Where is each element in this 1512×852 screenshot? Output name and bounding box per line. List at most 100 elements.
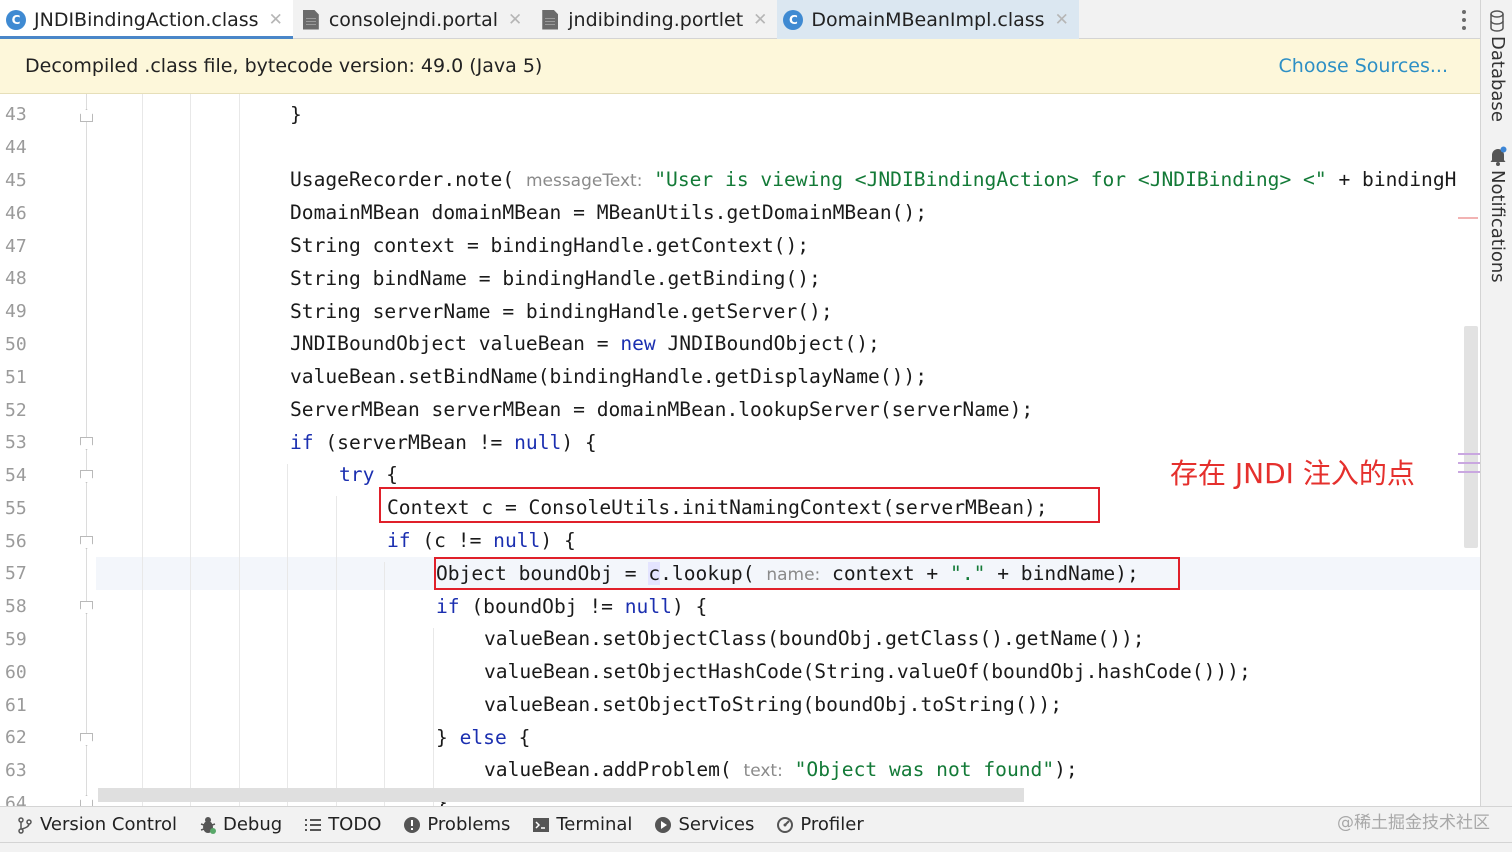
line-number: 49: [5, 301, 27, 322]
tab-domainmbeanimpl-class[interactable]: C DomainMBeanImpl.class ✕: [777, 0, 1079, 39]
notifications-bell-icon: [1490, 146, 1507, 166]
param-hint: text:: [743, 761, 783, 781]
file-icon: [542, 9, 559, 30]
profiler-button[interactable]: Profiler: [776, 814, 864, 835]
database-panel-button[interactable]: Database: [1487, 36, 1508, 122]
line-number: 61: [5, 695, 27, 716]
debug-icon: [200, 816, 216, 834]
version-control-button[interactable]: Version Control: [16, 814, 177, 835]
decompiled-banner: Decompiled .class file, bytecode version…: [0, 39, 1480, 94]
todo-icon: [305, 818, 322, 831]
line-number: 59: [5, 629, 27, 650]
line-number: 62: [5, 727, 27, 748]
line-number: 47: [5, 236, 27, 257]
horizontal-scrollbar[interactable]: [98, 788, 1024, 802]
code-line-58: if (boundObj != null) {: [436, 595, 708, 618]
tool-label: TODO: [328, 814, 382, 835]
indent-guide: [287, 464, 288, 806]
line-number: 58: [5, 596, 27, 617]
tab-jndibindingaction-class[interactable]: C JNDIBindingAction.class ✕: [0, 0, 293, 40]
error-stripe-marker[interactable]: [1458, 217, 1478, 219]
file-icon: [302, 9, 319, 30]
todo-button[interactable]: TODO: [304, 814, 381, 835]
tab-label: consolejndi.portal: [328, 8, 498, 31]
gutter-separator: [86, 94, 87, 806]
line-number: 45: [5, 170, 27, 191]
tool-label: Services: [678, 814, 755, 835]
code-line-46: DomainMBean domainMBean = MBeanUtils.get…: [290, 201, 928, 224]
code-line-49: String serverName = bindingHandle.getSer…: [290, 300, 833, 323]
tool-label: Problems: [427, 814, 511, 835]
close-icon[interactable]: ✕: [269, 10, 283, 30]
tool-label: Profiler: [800, 814, 864, 835]
param-hint: messageText:: [525, 171, 643, 191]
highlight-box-context: [379, 487, 1100, 523]
database-icon: [1490, 10, 1504, 32]
line-number: 55: [5, 498, 27, 519]
line-number: 50: [5, 334, 27, 355]
terminal-button[interactable]: Terminal: [532, 814, 632, 835]
code-line-45: UsageRecorder.note( messageText: "User i…: [290, 168, 1457, 191]
tab-consolejndi-portal[interactable]: consolejndi.portal ✕: [293, 0, 532, 39]
line-number: 64: [5, 793, 27, 806]
tool-label: Terminal: [556, 814, 633, 835]
indent-guide: [336, 496, 337, 806]
line-number: 54: [5, 465, 27, 486]
line-number: 57: [5, 563, 27, 584]
terminal-icon: [533, 817, 550, 832]
editor-tab-bar: C JNDIBindingAction.class ✕ consolejndi.…: [0, 0, 1480, 40]
services-icon: [655, 816, 672, 833]
code-line-43: }: [290, 103, 302, 126]
line-number: 52: [5, 400, 27, 421]
line-number: 48: [5, 268, 27, 289]
choose-sources-link[interactable]: Choose Sources...: [1279, 55, 1448, 77]
problems-icon: [404, 816, 421, 833]
class-icon: C: [783, 9, 804, 30]
code-line-53: if (serverMBean != null) {: [290, 431, 597, 454]
close-icon[interactable]: ✕: [753, 10, 767, 30]
code-editor[interactable]: 43 44 45 46 47 48 49 50 51 52 53 54 55 5…: [0, 94, 1480, 806]
indent-guide: [384, 562, 385, 806]
notifications-panel-button[interactable]: Notifications: [1487, 170, 1508, 283]
code-line-51: valueBean.setBindName(bindingHandle.getD…: [290, 365, 928, 388]
tool-label: Version Control: [40, 814, 177, 835]
right-tool-strip: Database Notifications: [1480, 0, 1512, 806]
stripe-marker[interactable]: [1458, 453, 1480, 455]
close-icon[interactable]: ✕: [1055, 10, 1069, 30]
stripe-marker[interactable]: [1458, 471, 1480, 473]
line-number: 43: [5, 104, 27, 125]
indent-guide: [142, 94, 143, 806]
banner-text: Decompiled .class file, bytecode version…: [25, 55, 543, 77]
line-number: 56: [5, 531, 27, 552]
class-icon: C: [6, 9, 26, 30]
highlight-box-lookup: [434, 557, 1180, 590]
code-line-54: try {: [339, 463, 398, 486]
tab-jndibinding-portlet[interactable]: jndibinding.portlet ✕: [532, 0, 777, 39]
stripe-marker[interactable]: [1458, 462, 1480, 464]
code-line-61: valueBean.setObjectToString(boundObj.toS…: [484, 693, 1063, 716]
debug-button[interactable]: Debug: [199, 814, 282, 835]
bottom-tool-bar: Version Control Debug TODO Problems Term…: [0, 806, 1512, 842]
indent-guide: [190, 94, 191, 806]
tab-label: jndibinding.portlet: [568, 8, 744, 31]
code-line-56: if (c != null) {: [387, 529, 576, 552]
code-line-59: valueBean.setObjectClass(boundObj.getCla…: [484, 627, 1145, 650]
more-options-icon[interactable]: [1462, 8, 1466, 32]
vertical-scrollbar[interactable]: [1464, 326, 1478, 548]
line-number: 44: [5, 137, 27, 158]
version-control-icon: [18, 816, 32, 834]
profiler-icon: [777, 816, 794, 833]
line-number: 53: [5, 432, 27, 453]
line-number: 60: [5, 662, 27, 683]
close-icon[interactable]: ✕: [508, 10, 522, 30]
annotation-label: 存在 JNDI 注入的点: [1170, 457, 1415, 490]
code-line-60: valueBean.setObjectHashCode(String.value…: [484, 660, 1251, 683]
tab-label: DomainMBeanImpl.class: [811, 8, 1045, 31]
watermark: @稀土掘金技术社区: [1337, 813, 1490, 833]
services-button[interactable]: Services: [654, 814, 754, 835]
status-bar: [0, 842, 1512, 852]
code-line-50: JNDIBoundObject valueBean = new JNDIBoun…: [290, 332, 880, 355]
problems-button[interactable]: Problems: [403, 814, 510, 835]
tool-label: Debug: [222, 814, 283, 835]
code-line-47: String context = bindingHandle.getContex…: [290, 234, 810, 257]
